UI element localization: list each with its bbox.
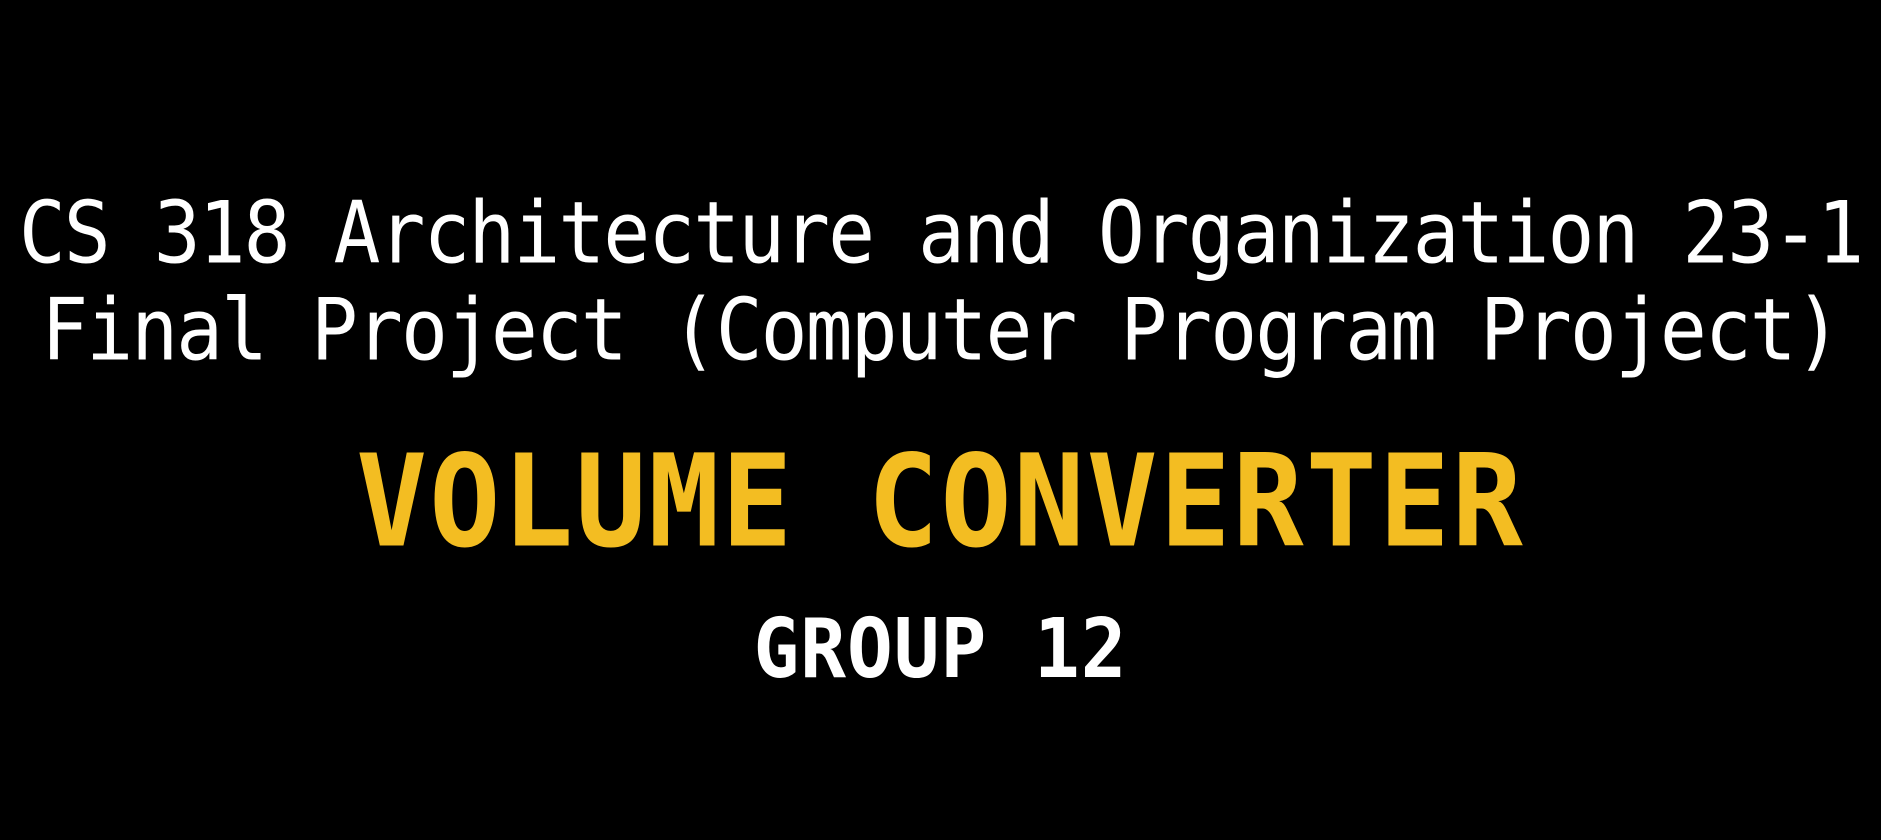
- project-title: VOLUME CONVERTER: [356, 426, 1525, 576]
- title-slide: CS 318 Architecture and Organization 23-…: [0, 0, 1881, 840]
- group-label: GROUP 12: [753, 600, 1128, 697]
- course-title: CS 318 Architecture and Organization 23-…: [18, 184, 1864, 284]
- project-subtitle: Final Project (Computer Program Project): [41, 281, 1841, 381]
